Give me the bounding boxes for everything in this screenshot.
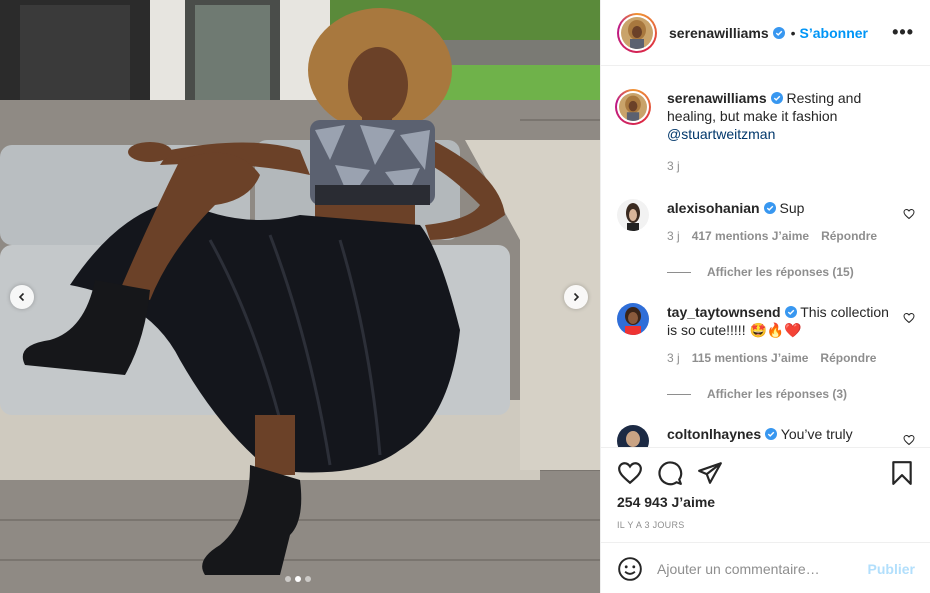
post-actions-section: 254 943 J’aime IL Y A 3 JOURS Publier — [601, 447, 930, 593]
post-date[interactable]: IL Y A 3 JOURS — [617, 520, 685, 530]
commenter-avatar[interactable] — [617, 199, 649, 231]
caption-username[interactable]: serenawilliams — [667, 90, 767, 106]
carousel-indicator — [285, 576, 311, 582]
paper-plane-icon[interactable] — [697, 460, 723, 486]
action-buttons — [601, 448, 930, 498]
verified-badge-icon — [765, 428, 778, 440]
comment-item: tay_taytownsend This collection is so cu… — [617, 303, 917, 403]
verified-badge-icon — [763, 202, 776, 214]
commenter-username[interactable]: tay_taytownsend — [667, 304, 781, 320]
verified-badge-icon — [772, 26, 785, 39]
more-options-button[interactable]: ••• — [892, 22, 914, 43]
commenter-username[interactable]: alexisohanian — [667, 200, 760, 216]
verified-badge-icon — [770, 92, 783, 104]
reply-button[interactable]: Répondre — [821, 227, 877, 245]
carousel-prev-button[interactable] — [10, 285, 34, 309]
post-media[interactable] — [0, 0, 600, 593]
comment-item: alexisohanian Sup 3 j 417 mentions J’aim… — [617, 199, 917, 281]
comment-icon[interactable] — [657, 460, 683, 486]
carousel-dot-active — [295, 576, 301, 582]
view-replies-label: Afficher les réponses (15) — [707, 265, 854, 279]
comment-likes-count[interactable]: 417 mentions J’aime — [692, 227, 809, 245]
post-header: serenawilliams • S’abonner ••• — [601, 0, 930, 66]
more-options-icon: ••• — [892, 22, 914, 42]
comment-input[interactable] — [657, 560, 857, 577]
caption-mention-link[interactable]: @stuartweitzman — [667, 126, 775, 142]
commenter-avatar[interactable] — [617, 303, 649, 335]
header-separator: • — [790, 24, 796, 41]
author-avatar[interactable] — [617, 12, 657, 53]
post-details-panel: serenawilliams • S’abonner ••• serenawil… — [600, 0, 930, 593]
comment-text: Sup — [779, 200, 805, 216]
commenter-avatar[interactable] — [617, 425, 649, 447]
follow-button[interactable]: S’abonner — [800, 25, 868, 41]
verified-badge-icon — [784, 306, 797, 318]
view-replies-button[interactable]: Afficher les réponses (3) — [667, 385, 893, 403]
comment-time[interactable]: 3 j — [667, 227, 680, 245]
carousel-dot — [285, 576, 291, 582]
post-photo — [0, 0, 600, 593]
carousel-dot — [305, 576, 311, 582]
bookmark-icon[interactable] — [889, 460, 915, 486]
heart-icon[interactable] — [617, 460, 643, 486]
comment-composer: Publier — [601, 542, 930, 593]
reply-button[interactable]: Répondre — [820, 349, 876, 367]
chevron-left-icon — [18, 292, 25, 302]
comment-time[interactable]: 3 j — [667, 349, 680, 367]
post-dialog: serenawilliams • S’abonner ••• serenawil… — [0, 0, 930, 593]
author-username[interactable]: serenawilliams — [669, 25, 769, 41]
caption-time[interactable]: 3 j — [667, 157, 680, 175]
comment-likes-count[interactable]: 115 mentions J’aime — [692, 349, 809, 367]
likes-count[interactable]: 254 943 J’aime — [617, 494, 715, 510]
smiley-icon[interactable] — [617, 556, 643, 582]
caption-avatar[interactable] — [615, 89, 651, 125]
publish-button[interactable]: Publier — [868, 561, 915, 577]
comment-like-heart-icon[interactable] — [903, 434, 915, 446]
comment-item: coltonlhaynes You’ve truly — [617, 425, 917, 447]
comment-like-heart-icon[interactable] — [903, 208, 915, 220]
view-replies-label: Afficher les réponses (3) — [707, 387, 848, 401]
post-caption: serenawilliams Resting and healing, but … — [615, 89, 917, 175]
commenter-username[interactable]: coltonlhaynes — [667, 426, 761, 442]
comment-text: You’ve truly — [780, 426, 853, 442]
comment-like-heart-icon[interactable] — [903, 312, 915, 324]
carousel-next-button[interactable] — [564, 285, 588, 309]
chevron-right-icon — [573, 292, 580, 302]
view-replies-button[interactable]: Afficher les réponses (15) — [667, 263, 893, 281]
comments-list[interactable]: serenawilliams Resting and healing, but … — [601, 67, 930, 447]
